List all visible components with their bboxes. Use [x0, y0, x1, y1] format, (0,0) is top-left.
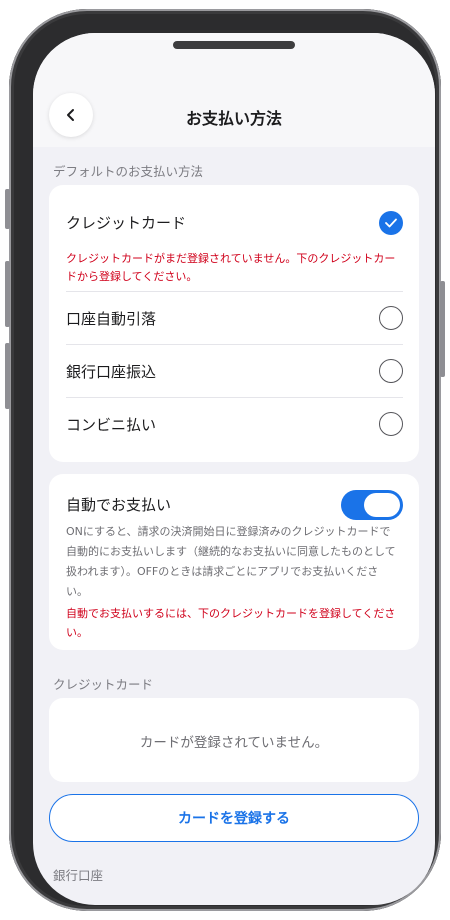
empty-card-message: カードが登録されていません。: [139, 735, 329, 751]
auto-pay-error-message: 自動でお支払いするには、下のクレジットカードを登録してくださ い。: [66, 607, 396, 639]
auto-pay-label: 自動でお支払い: [66, 496, 172, 514]
screen: お支払い方法 デフォルトのお支払い方法 クレジットカード クレジットカードがまだ…: [33, 33, 435, 905]
credit-card-error-message: クレジットカードがまだ登録されていません。下のクレジットカー ドから登録してくだ…: [66, 252, 396, 283]
toggle-knob: [364, 493, 400, 517]
register-card-button[interactable]: カードを登録する: [49, 794, 419, 842]
option-label: クレジットカード: [66, 214, 187, 232]
register-card-button-label: カードを登録する: [178, 811, 290, 827]
payment-option-credit-card[interactable]: クレジットカード クレジットカードがまだ登録されていません。下のクレジットカー …: [49, 185, 419, 290]
radio-unchecked[interactable]: [379, 412, 403, 436]
radio-unchecked[interactable]: [379, 359, 403, 383]
auto-pay-toggle[interactable]: [341, 490, 403, 520]
radio-unchecked[interactable]: [379, 306, 403, 330]
navigation-bar: お支払い方法: [33, 33, 435, 147]
default-payment-card: クレジットカード クレジットカードがまだ登録されていません。下のクレジットカー …: [49, 185, 419, 462]
payment-option-bank-transfer[interactable]: 銀行口座振込: [49, 345, 419, 397]
section-label-bank-account: 銀行口座: [53, 868, 104, 883]
radio-checked[interactable]: [379, 211, 403, 235]
credit-card-list: カードが登録されていません。: [49, 698, 419, 782]
payment-option-bank-debit[interactable]: 口座自動引落: [49, 292, 419, 344]
phone-frame: お支払い方法 デフォルトのお支払い方法 クレジットカード クレジットカードがまだ…: [5, 9, 445, 911]
volume-down-button: [5, 343, 10, 409]
auto-pay-description: ONにすると、請求の決済開始日に登録済みのクレジットカードで 自動的にお支払いし…: [66, 525, 396, 598]
power-button: [440, 281, 445, 377]
auto-pay-card: 自動でお支払い ONにすると、請求の決済開始日に登録済みのクレジットカードで 自…: [49, 474, 419, 650]
dynamic-island: [173, 41, 295, 49]
option-label: 銀行口座振込: [66, 363, 157, 381]
payment-option-convenience-store[interactable]: コンビニ払い: [49, 398, 419, 450]
section-label-default-payment: デフォルトのお支払い方法: [53, 164, 204, 179]
checkmark-icon: [385, 218, 397, 228]
action-button: [5, 189, 10, 229]
option-label: 口座自動引落: [66, 310, 157, 328]
option-label: コンビニ払い: [66, 416, 157, 434]
section-label-credit-card: クレジットカード: [53, 677, 154, 692]
page-title: お支払い方法: [185, 109, 282, 128]
volume-up-button: [5, 261, 10, 327]
